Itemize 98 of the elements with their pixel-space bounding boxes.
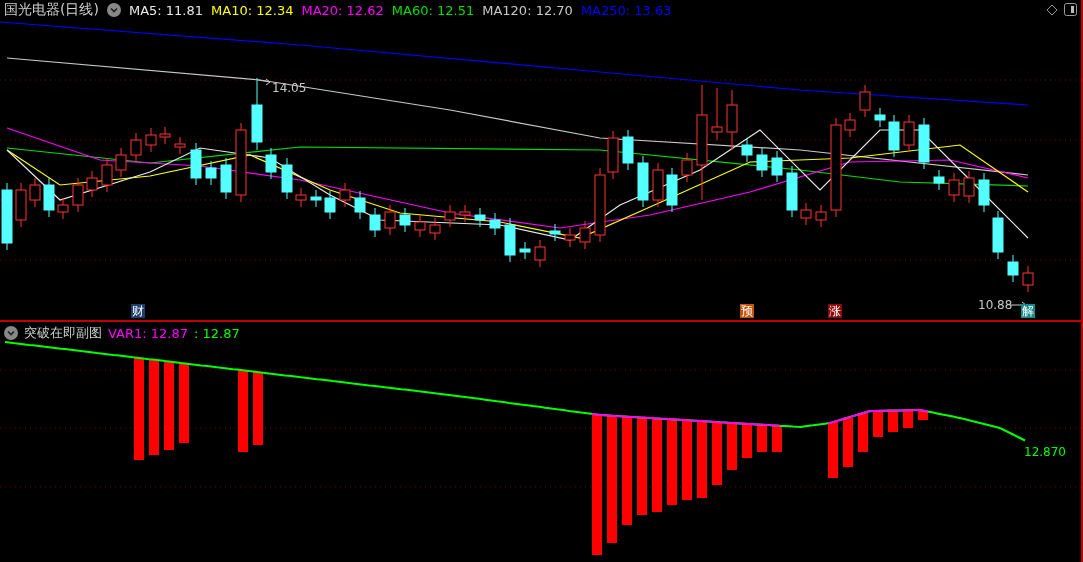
candlestick — [281, 157, 293, 200]
candlestick — [339, 182, 351, 208]
candlestick — [978, 172, 990, 213]
candlestick — [429, 217, 441, 241]
candlestick — [844, 112, 856, 138]
candlestick — [414, 214, 426, 238]
leader-line — [257, 78, 271, 86]
candlestick — [622, 129, 634, 171]
indicator-bar — [873, 410, 883, 437]
low-price-label: 10.88 — [978, 298, 1013, 312]
moving-average-label: MA10: 12.34 — [211, 2, 294, 18]
indicator-bar — [858, 413, 868, 452]
candlestick — [564, 227, 576, 248]
candlestick — [534, 239, 546, 268]
candlestick — [86, 170, 98, 198]
candlestick — [399, 207, 411, 233]
stock-title: 国光电器(日线) — [4, 1, 99, 19]
last-value-label: 12.870 — [1024, 445, 1066, 459]
candlestick — [666, 167, 678, 213]
candlestick — [310, 189, 322, 208]
event-badge[interactable]: 财 — [131, 304, 145, 318]
candlestick — [369, 207, 381, 238]
moving-average-label: MA250: 13.63 — [580, 2, 672, 18]
moving-average-label: MA20: 12.62 — [301, 2, 384, 18]
diamond-icon[interactable] — [1046, 3, 1058, 16]
candlestick — [992, 210, 1004, 260]
candlestick — [220, 157, 232, 200]
moving-average-label: MA5: 11.81 — [128, 2, 204, 18]
candlestick — [933, 169, 945, 191]
indicator-bar — [888, 410, 898, 432]
candlestick — [190, 142, 202, 186]
candlestick — [579, 220, 591, 250]
candlestick — [159, 126, 171, 145]
candlestick — [29, 177, 41, 208]
candlestick — [800, 202, 812, 226]
candlestick — [354, 190, 366, 220]
candlestick — [174, 136, 186, 155]
candlestick — [888, 114, 900, 158]
indicator-bar — [828, 422, 838, 478]
candlestick — [711, 87, 723, 141]
event-badge[interactable]: 解 — [1021, 304, 1035, 318]
candlestick — [741, 137, 753, 163]
candlestick — [101, 157, 113, 193]
candlestick — [859, 84, 871, 118]
candlestick — [459, 204, 471, 223]
candlestick — [444, 204, 456, 228]
moving-average-label: MA60: 12.51 — [391, 2, 475, 18]
indicator-bar — [727, 422, 737, 470]
candlestick — [786, 165, 798, 218]
event-badge[interactable]: 涨 — [828, 304, 842, 318]
candlestick — [1, 182, 13, 251]
moving-average-label: MA120: 12.70 — [482, 2, 573, 18]
candlestick — [295, 187, 307, 208]
candlestick — [756, 147, 768, 178]
candlestick — [918, 117, 930, 170]
candlestick — [1007, 254, 1019, 283]
candlestick — [637, 155, 649, 208]
candlestick — [130, 132, 142, 163]
candlestick — [72, 177, 84, 213]
candlestick — [265, 147, 277, 180]
panel-toggle-icon[interactable] — [1064, 3, 1077, 16]
candlestick — [549, 223, 561, 242]
indicator-bar — [772, 425, 782, 452]
candlestick — [681, 152, 693, 183]
event-badge[interactable]: 预 — [740, 304, 754, 318]
indicator-bar — [903, 410, 913, 428]
candlestick — [963, 170, 975, 204]
collapse-icon[interactable] — [106, 3, 121, 17]
candlestick — [15, 182, 27, 228]
indicator-bar — [757, 424, 767, 452]
candlestick — [145, 127, 157, 153]
candlestick — [519, 241, 531, 260]
indicator-value-label: VAR1: 12.87 — [108, 325, 188, 341]
candlestick — [43, 177, 55, 218]
candlestick — [474, 207, 486, 228]
candlestick — [1022, 265, 1034, 293]
candlestick — [324, 190, 336, 220]
candlestick — [504, 217, 516, 263]
indicator-bar — [712, 422, 722, 485]
indicator-title: 突破在即副图 — [24, 324, 102, 342]
candlestick — [205, 160, 217, 186]
candlestick — [903, 114, 915, 153]
candlestick — [652, 162, 664, 208]
candlestick — [384, 204, 396, 236]
candlestick — [57, 197, 69, 220]
candlestick — [726, 89, 738, 151]
collapse-icon[interactable] — [4, 326, 18, 340]
indicator-bar — [918, 410, 928, 420]
candlestick — [815, 204, 827, 228]
indicator-bar — [742, 423, 752, 458]
indicator-bar — [843, 417, 853, 467]
candlestick — [874, 107, 886, 128]
candlestick — [115, 147, 127, 178]
candlestick — [489, 212, 501, 236]
high-price-label: 14.05 — [272, 81, 307, 95]
candlestick — [771, 150, 783, 183]
indicator-value-label: : 12.87 — [194, 325, 240, 341]
candlestick — [948, 172, 960, 203]
